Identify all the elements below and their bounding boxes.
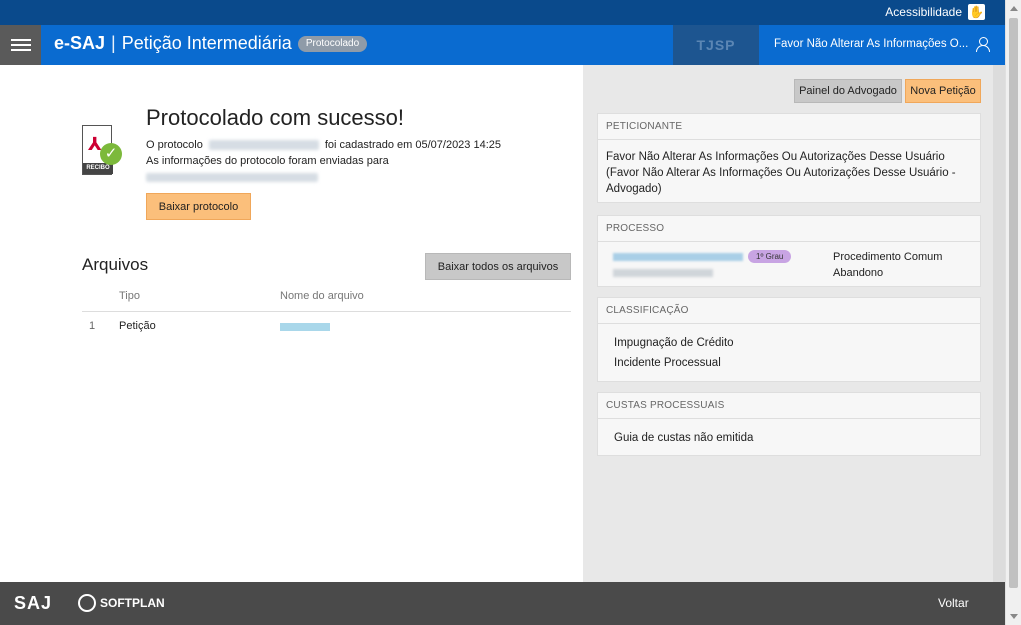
processo-situacao: Abandono bbox=[833, 267, 884, 279]
side-panel-edge bbox=[993, 65, 1005, 582]
hamburger-line bbox=[10, 49, 31, 51]
process-number-redacted[interactable] bbox=[613, 253, 743, 261]
files-table-header: Tipo Nome do arquivo bbox=[82, 290, 571, 312]
custas-title: CUSTAS PROCESSUAIS bbox=[598, 393, 980, 419]
status-badge: Protocolado bbox=[297, 35, 368, 52]
accessibility-link[interactable]: Acessibilidade ✋ bbox=[885, 4, 985, 20]
protocol-number-redacted bbox=[208, 140, 319, 150]
lawyer-panel-button[interactable]: Painel do Advogado bbox=[794, 79, 902, 103]
accessibility-icon: ✋ bbox=[968, 4, 985, 20]
list-item: Impugnação de Crédito bbox=[614, 337, 734, 349]
scroll-down-icon[interactable] bbox=[1010, 614, 1018, 619]
receipt-pdf-icon: ⅄ RECIBO ✓ bbox=[82, 125, 122, 177]
protocol-info-text: As informações do protocolo foram enviad… bbox=[146, 155, 389, 167]
processo-details: Procedimento Comum Abandono bbox=[833, 249, 942, 281]
column-header-nome: Nome do arquivo bbox=[280, 290, 364, 302]
table-row: 1 Petição bbox=[82, 313, 571, 339]
user-icon bbox=[976, 37, 991, 52]
custas-status: Guia de custas não emitida bbox=[614, 432, 754, 444]
classificacao-body: Impugnação de Crédito Incidente Processu… bbox=[598, 324, 980, 382]
brand-separator: | bbox=[111, 33, 116, 53]
file-link-redacted[interactable] bbox=[280, 323, 330, 331]
accessibility-label: Acessibilidade bbox=[885, 5, 962, 19]
processo-title: PROCESSO bbox=[598, 216, 980, 242]
back-link[interactable]: Voltar bbox=[938, 596, 969, 610]
custas-body: Guia de custas não emitida bbox=[598, 419, 980, 457]
column-header-tipo: Tipo bbox=[119, 290, 140, 302]
side-panel: Painel do Advogado Nova Petição PETICION… bbox=[583, 65, 993, 582]
utility-bar: Acessibilidade ✋ bbox=[0, 0, 1005, 25]
softplan-label: SOFTPLAN bbox=[100, 596, 165, 610]
download-protocol-button[interactable]: Baixar protocolo bbox=[146, 193, 251, 220]
custas-card: CUSTAS PROCESSUAIS Guia de custas não em… bbox=[597, 392, 981, 456]
softplan-logo: SOFTPLAN bbox=[78, 594, 165, 612]
hamburger-line bbox=[10, 44, 31, 46]
brand-name: e-SAJ bbox=[54, 33, 106, 53]
protocol-line: O protocolo foi cadastrado em 05/07/2023… bbox=[146, 139, 501, 151]
main-content: ⅄ RECIBO ✓ Protocolado com sucesso! O pr… bbox=[0, 65, 583, 582]
processo-card: PROCESSO 1º Grau Procedimento Comum Aban… bbox=[597, 215, 981, 287]
row-tipo: Petição bbox=[119, 320, 156, 332]
success-title: Protocolado com sucesso! bbox=[146, 105, 405, 130]
saj-logo: SAJ bbox=[14, 593, 53, 613]
files-section-title: Arquivos bbox=[82, 255, 149, 274]
processo-classe: Procedimento Comum bbox=[833, 251, 943, 263]
email-redacted bbox=[146, 173, 318, 182]
row-index: 1 bbox=[89, 320, 96, 332]
scroll-up-icon[interactable] bbox=[1010, 6, 1018, 11]
check-icon: ✓ bbox=[100, 143, 122, 165]
tribunal-logo: TJSP bbox=[673, 25, 759, 65]
processo-body: 1º Grau Procedimento Comum Abandono bbox=[598, 242, 980, 279]
window-scrollbar[interactable] bbox=[1005, 0, 1021, 625]
grau-badge: 1º Grau bbox=[748, 250, 792, 263]
peticionante-title: PETICIONANTE bbox=[598, 114, 980, 140]
peticionante-name: Favor Não Alterar As Informações Ou Auto… bbox=[606, 151, 956, 195]
process-parties-redacted bbox=[613, 269, 713, 277]
page-title: Petição Intermediária bbox=[121, 33, 292, 53]
classificacao-title: CLASSIFICAÇÃO bbox=[598, 298, 980, 324]
scrollbar-thumb[interactable] bbox=[1009, 18, 1018, 588]
download-all-files-button[interactable]: Baixar todos os arquivos bbox=[425, 253, 571, 280]
protocol-prefix: O protocolo bbox=[146, 139, 203, 151]
classificacao-card: CLASSIFICAÇÃO Impugnação de Crédito Inci… bbox=[597, 297, 981, 382]
peticionante-card: PETICIONANTE Favor Não Alterar As Inform… bbox=[597, 113, 981, 203]
user-name: Favor Não Alterar As Informações O... bbox=[774, 38, 969, 50]
hamburger-line bbox=[10, 39, 31, 41]
protocol-suffix: foi cadastrado em 05/07/2023 14:25 bbox=[324, 139, 502, 151]
app-brand: e-SAJ | Petição Intermediária Protocolad… bbox=[54, 33, 368, 54]
app-header: e-SAJ | Petição Intermediária Protocolad… bbox=[0, 25, 1005, 65]
hamburger-menu-button[interactable] bbox=[0, 25, 41, 65]
softplan-icon bbox=[78, 594, 96, 612]
user-menu[interactable]: Favor Não Alterar As Informações O... bbox=[774, 37, 991, 52]
list-item: Incidente Processual bbox=[614, 357, 721, 369]
app-footer: SAJ SOFTPLAN Voltar bbox=[0, 582, 1005, 625]
new-petition-button[interactable]: Nova Petição bbox=[905, 79, 981, 103]
